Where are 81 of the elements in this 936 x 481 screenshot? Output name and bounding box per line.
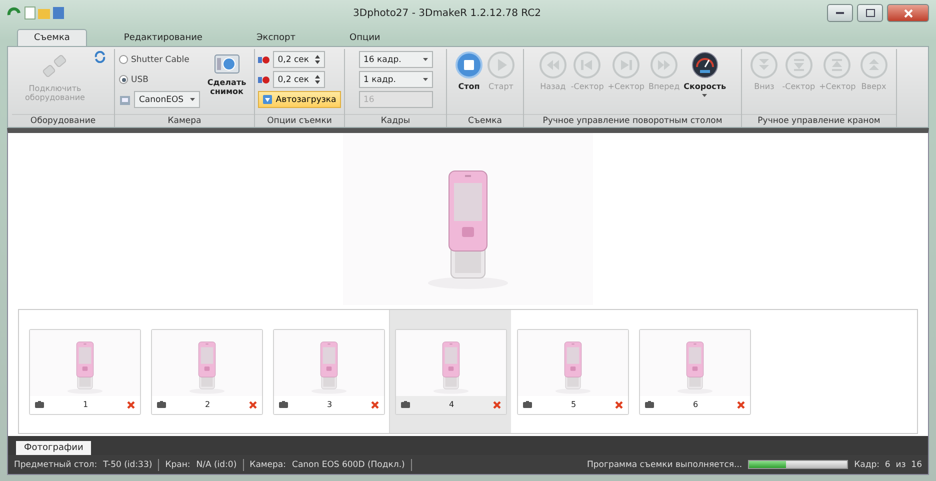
dropdown[interactable]: 16 кадр. bbox=[358, 51, 432, 68]
window-title: 3Dphoto27 - 3DmakeR 1.2.12.78 RC2 bbox=[352, 8, 542, 18]
status-label: Камера: bbox=[250, 460, 286, 470]
camera-icon bbox=[279, 401, 288, 408]
photo-number: 6 bbox=[692, 400, 698, 409]
refresh-icon[interactable] bbox=[94, 51, 106, 63]
close-button[interactable] bbox=[887, 4, 929, 22]
rewind-icon bbox=[538, 51, 567, 79]
photo-number: 5 bbox=[570, 400, 576, 409]
panel-tab[interactable]: Фотографии bbox=[16, 441, 92, 455]
stop-icon bbox=[455, 51, 483, 79]
camera-icon bbox=[523, 401, 532, 408]
photo-thumbnail[interactable]: 4 bbox=[395, 328, 507, 414]
photo-number: 2 bbox=[204, 400, 210, 409]
minimize-button[interactable] bbox=[827, 4, 853, 22]
photo-thumbnail[interactable]: 2 bbox=[151, 328, 263, 414]
photo-thumbnail[interactable]: 5 bbox=[517, 328, 629, 414]
group-label: Ручное управление поворотным столом bbox=[524, 114, 741, 127]
delete-icon[interactable] bbox=[371, 400, 379, 408]
group-label: Камера bbox=[115, 114, 254, 127]
thumbnail-slot[interactable]: 4 bbox=[389, 310, 513, 433]
dropdown[interactable]: CanonEOS bbox=[134, 91, 200, 108]
radio-option[interactable]: USB bbox=[119, 71, 200, 88]
group-label: Съемка bbox=[447, 114, 523, 127]
ribbon-tab[interactable]: Съемка bbox=[17, 29, 87, 46]
status-value: Canon EOS 600D (Подкл.) bbox=[292, 460, 405, 470]
spinner-arrows-icon bbox=[315, 55, 320, 64]
group-label: Опции съемки bbox=[255, 114, 344, 127]
maximize-icon bbox=[866, 9, 874, 17]
play-icon bbox=[487, 51, 515, 79]
radio-option[interactable]: Shutter Cable bbox=[119, 51, 200, 68]
delete-icon[interactable] bbox=[615, 400, 623, 408]
caret-icon bbox=[190, 98, 195, 101]
maximize-button[interactable] bbox=[857, 4, 883, 22]
record-icon bbox=[258, 76, 270, 84]
skip-back-icon bbox=[573, 51, 602, 79]
photo-thumbnail[interactable]: 6 bbox=[639, 328, 751, 414]
ribbon-tab[interactable]: Экспорт bbox=[239, 29, 312, 46]
delete-icon[interactable] bbox=[249, 400, 257, 408]
camera-icon bbox=[645, 401, 654, 408]
delete-icon[interactable] bbox=[493, 400, 501, 408]
group-label: Кадры bbox=[345, 114, 446, 127]
record-icon bbox=[258, 56, 270, 64]
status-label: Кран: bbox=[165, 460, 190, 470]
ribbon-button[interactable]: Стоп bbox=[455, 51, 483, 92]
delete-icon[interactable] bbox=[737, 400, 745, 408]
camera-icon bbox=[401, 401, 410, 408]
group-label: Оборудование bbox=[12, 114, 114, 127]
ribbon-button[interactable]: Сделать снимок bbox=[204, 51, 250, 96]
dropdown[interactable]: 1 кадр. bbox=[358, 71, 432, 88]
caret-icon bbox=[422, 58, 428, 61]
speed-button[interactable]: Скорость bbox=[684, 51, 726, 98]
fast-forward-icon bbox=[650, 51, 678, 79]
ribbon-tab[interactable]: Опции bbox=[332, 29, 398, 46]
photo-thumbnail[interactable]: 3 bbox=[273, 328, 385, 414]
status-value: N/A (id:0) bbox=[196, 460, 237, 470]
photo-number: 3 bbox=[326, 400, 332, 409]
delete-icon[interactable] bbox=[127, 400, 135, 408]
minimize-icon bbox=[836, 12, 844, 14]
status-label: Предметный стол: bbox=[14, 460, 98, 470]
spinner-arrows-icon bbox=[315, 75, 320, 84]
spin-field[interactable]: 0,2 сек bbox=[272, 51, 326, 68]
spin-field[interactable]: 0,2 сек bbox=[272, 71, 326, 88]
camera-icon bbox=[35, 401, 44, 408]
photo-number: 4 bbox=[448, 400, 454, 409]
download-icon bbox=[262, 95, 272, 104]
caret-icon bbox=[702, 94, 708, 98]
quick-access-icons-drawing[interactable] bbox=[7, 5, 67, 21]
photo-number: 1 bbox=[82, 400, 88, 409]
camera-icon bbox=[157, 401, 166, 408]
ribbon-tab[interactable]: Редактирование bbox=[106, 29, 220, 46]
group-label: Ручное управление краном bbox=[742, 114, 896, 127]
close-icon bbox=[904, 8, 912, 18]
photo-thumbnail[interactable]: 1 bbox=[29, 328, 141, 414]
speedometer-icon bbox=[690, 51, 719, 79]
caret-icon bbox=[422, 78, 428, 81]
skip-forward-icon bbox=[612, 51, 640, 79]
frame-counter: Кадр: 6 из 16 bbox=[854, 460, 922, 470]
autoload-toggle[interactable]: Автозагрузка bbox=[258, 91, 342, 108]
status-value: T-50 (id:33) bbox=[103, 460, 152, 470]
progress-text: Программа съемки выполняется... bbox=[587, 460, 742, 470]
